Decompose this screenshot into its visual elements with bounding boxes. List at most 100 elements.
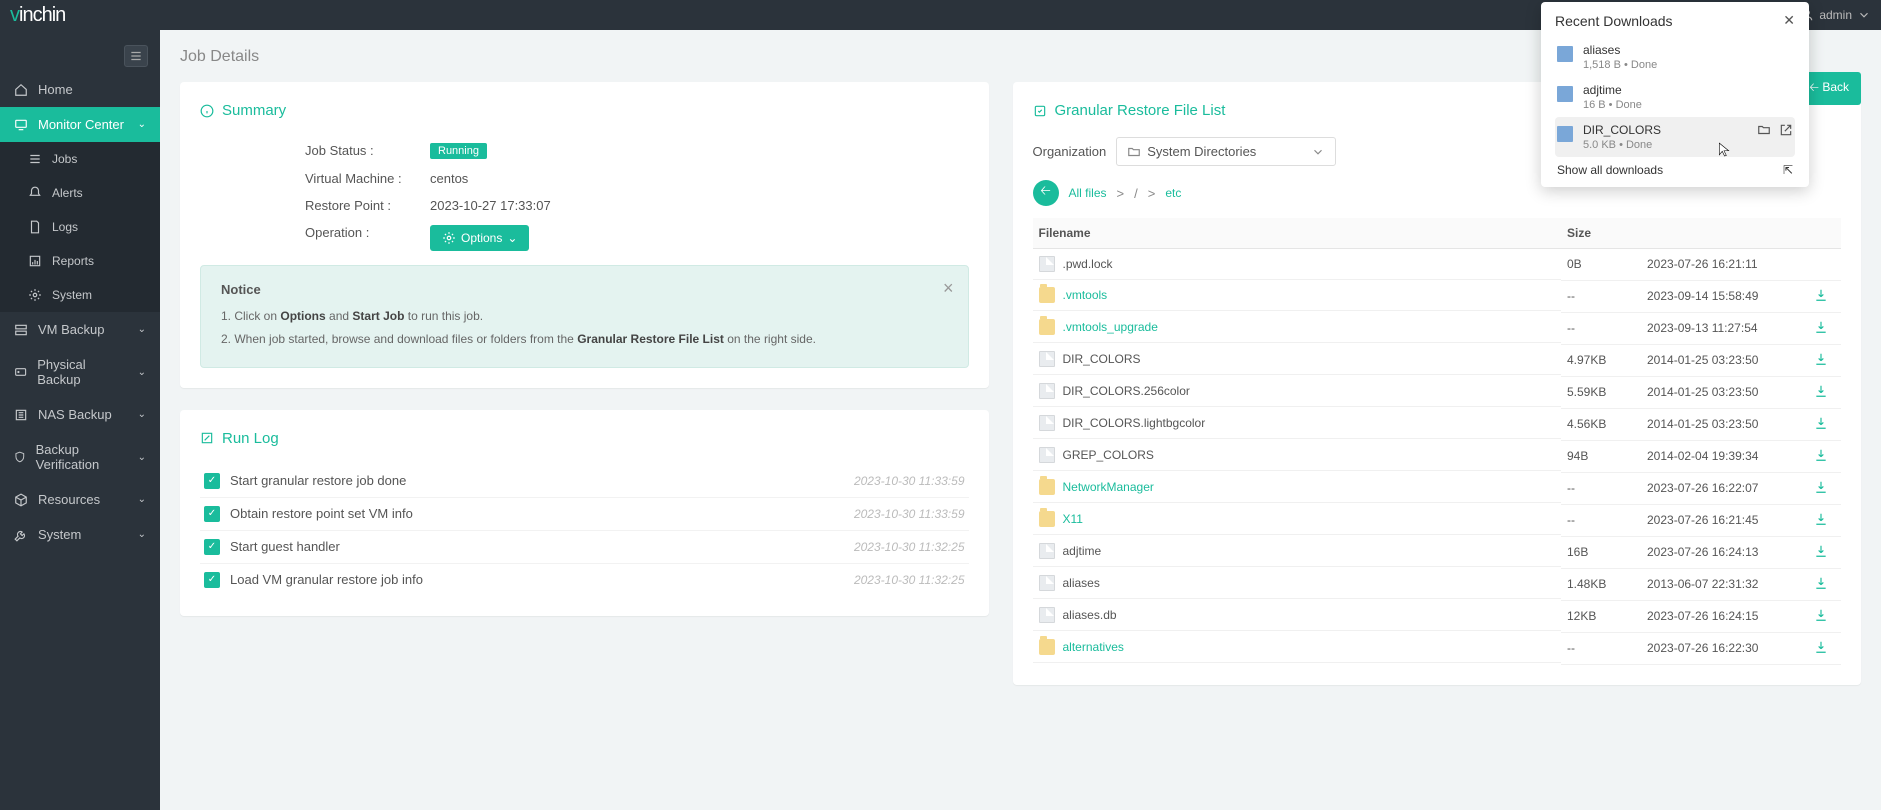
filename-cell[interactable]: GREP_COLORS bbox=[1033, 440, 1562, 471]
table-row[interactable]: aliases1.48KB2013-06-07 22:31:32 bbox=[1033, 568, 1842, 600]
download-icon[interactable] bbox=[1814, 512, 1828, 526]
folder-icon[interactable] bbox=[1757, 123, 1771, 137]
date-cell: 2013-06-07 22:31:32 bbox=[1641, 568, 1801, 600]
summary-label: Job Status : bbox=[200, 143, 430, 159]
filename-cell[interactable]: DIR_COLORS.256color bbox=[1033, 376, 1562, 407]
table-row[interactable]: aliases.db12KB2023-07-26 16:24:15 bbox=[1033, 600, 1842, 632]
sidebar-item-system[interactable]: System⌄ bbox=[0, 517, 160, 552]
date-cell: 2014-01-25 03:23:50 bbox=[1641, 344, 1801, 376]
sidebar-item-backup-verification[interactable]: Backup Verification⌄ bbox=[0, 432, 160, 482]
size-cell: 1.48KB bbox=[1561, 568, 1641, 600]
breadcrumb-root[interactable]: All files bbox=[1069, 186, 1107, 200]
folder-tree-icon bbox=[1127, 145, 1141, 159]
chevron-down-icon: ⌄ bbox=[138, 324, 146, 335]
table-row[interactable]: DIR_COLORS.lightbgcolor4.56KB2014-01-25 … bbox=[1033, 408, 1842, 440]
open-external-icon[interactable]: ⇱ bbox=[1783, 163, 1793, 177]
gear-icon bbox=[28, 288, 42, 302]
download-icon[interactable] bbox=[1814, 608, 1828, 622]
filename-cell[interactable]: DIR_COLORS.lightbgcolor bbox=[1033, 408, 1562, 439]
filename-cell[interactable]: NetworkManager bbox=[1033, 472, 1562, 503]
size-cell: 16B bbox=[1561, 536, 1641, 568]
sidebar-item-alerts[interactable]: Alerts bbox=[0, 176, 160, 210]
breadcrumb-back[interactable]: 🡠 bbox=[1033, 180, 1059, 206]
download-icon[interactable] bbox=[1814, 288, 1828, 302]
sidebar-item-monitor-center[interactable]: Monitor Center⌄ bbox=[0, 107, 160, 142]
file-icon bbox=[1557, 46, 1573, 62]
table-row[interactable]: adjtime16B2023-07-26 16:24:13 bbox=[1033, 536, 1842, 568]
file-icon bbox=[1039, 607, 1055, 623]
download-icon[interactable] bbox=[1814, 384, 1828, 398]
filename-cell[interactable]: alternatives bbox=[1033, 632, 1562, 663]
sidebar-item-logs[interactable]: Logs bbox=[0, 210, 160, 244]
logo: vinchin bbox=[10, 4, 65, 27]
sidebar-item-label: Physical Backup bbox=[37, 357, 127, 387]
chevron-down-icon: ⌄ bbox=[138, 452, 146, 463]
col-filename[interactable]: Filename bbox=[1033, 218, 1562, 249]
check-icon: ✓ bbox=[204, 473, 220, 489]
download-icon[interactable] bbox=[1814, 352, 1828, 366]
sidebar-item-nas-backup[interactable]: NAS Backup⌄ bbox=[0, 397, 160, 432]
table-row[interactable]: X11--2023-07-26 16:21:45 bbox=[1033, 504, 1842, 536]
runlog-time: 2023-10-30 11:33:59 bbox=[854, 474, 965, 488]
download-icon[interactable] bbox=[1814, 544, 1828, 558]
show-all-downloads[interactable]: Show all downloads bbox=[1557, 163, 1663, 177]
check-icon: ✓ bbox=[204, 539, 220, 555]
chevron-down-icon: ⌄ bbox=[138, 119, 146, 130]
col-size[interactable]: Size bbox=[1561, 218, 1641, 249]
download-icon[interactable] bbox=[1814, 320, 1828, 334]
folder-icon bbox=[1039, 511, 1055, 527]
sidebar-item-vm-backup[interactable]: VM Backup⌄ bbox=[0, 312, 160, 347]
sidebar-item-physical-backup[interactable]: Physical Backup⌄ bbox=[0, 347, 160, 397]
table-row[interactable]: NetworkManager--2023-07-26 16:22:07 bbox=[1033, 472, 1842, 504]
table-row[interactable]: .pwd.lock0B2023-07-26 16:21:11 bbox=[1033, 249, 1842, 281]
download-icon[interactable] bbox=[1814, 448, 1828, 462]
summary-value: centos bbox=[430, 171, 468, 186]
organization-select[interactable]: System Directories bbox=[1116, 137, 1336, 166]
runlog-text: Obtain restore point set VM info bbox=[230, 506, 413, 521]
file-icon bbox=[28, 220, 42, 234]
download-icon[interactable] bbox=[1814, 576, 1828, 590]
filename-cell[interactable]: .vmtools_upgrade bbox=[1033, 312, 1562, 343]
sidebar-item-jobs[interactable]: Jobs bbox=[0, 142, 160, 176]
edit-icon bbox=[200, 431, 214, 445]
sidebar-item-reports[interactable]: Reports bbox=[0, 244, 160, 278]
download-icon[interactable] bbox=[1814, 640, 1828, 654]
restore-icon bbox=[1033, 104, 1047, 118]
table-row[interactable]: DIR_COLORS.256color5.59KB2014-01-25 03:2… bbox=[1033, 376, 1842, 408]
filename-cell[interactable]: aliases bbox=[1033, 568, 1562, 599]
table-row[interactable]: DIR_COLORS4.97KB2014-01-25 03:23:50 bbox=[1033, 344, 1842, 376]
sidebar-item-resources[interactable]: Resources⌄ bbox=[0, 482, 160, 517]
filename-cell[interactable]: aliases.db bbox=[1033, 600, 1562, 631]
sidebar-toggle[interactable] bbox=[124, 45, 148, 67]
sidebar-item-label: Jobs bbox=[52, 152, 77, 166]
size-cell: 0B bbox=[1561, 249, 1641, 281]
runlog-panel: Run Log ✓Start granular restore job done… bbox=[180, 410, 989, 616]
open-external-icon[interactable] bbox=[1779, 123, 1793, 137]
download-meta: 16 B • Done bbox=[1583, 99, 1642, 111]
col-date[interactable] bbox=[1641, 218, 1801, 249]
download-icon[interactable] bbox=[1814, 480, 1828, 494]
download-item[interactable]: adjtime16 B • Done bbox=[1555, 77, 1795, 117]
filename-cell[interactable]: .vmtools bbox=[1033, 280, 1562, 311]
close-icon[interactable]: ✕ bbox=[1783, 12, 1795, 29]
table-row[interactable]: GREP_COLORS94B2014-02-04 19:39:34 bbox=[1033, 440, 1842, 472]
close-icon[interactable]: × bbox=[943, 278, 954, 299]
download-icon[interactable] bbox=[1814, 416, 1828, 430]
breadcrumb-current[interactable]: etc bbox=[1165, 186, 1181, 200]
filename-cell[interactable]: .pwd.lock bbox=[1033, 249, 1562, 280]
user-menu[interactable]: admin bbox=[1800, 8, 1871, 22]
download-item[interactable]: aliases1,518 B • Done bbox=[1555, 37, 1795, 77]
summary-label: Virtual Machine : bbox=[200, 171, 430, 186]
table-row[interactable]: .vmtools_upgrade--2023-09-13 11:27:54 bbox=[1033, 312, 1842, 344]
file-icon bbox=[1039, 543, 1055, 559]
filename-cell[interactable]: X11 bbox=[1033, 504, 1562, 535]
table-row[interactable]: alternatives--2023-07-26 16:22:30 bbox=[1033, 632, 1842, 664]
filename-cell[interactable]: DIR_COLORS bbox=[1033, 344, 1562, 375]
download-item[interactable]: DIR_COLORS5.0 KB • Done bbox=[1555, 117, 1795, 157]
options-button[interactable]: Options ⌄ bbox=[430, 225, 529, 251]
filename-cell[interactable]: adjtime bbox=[1033, 536, 1562, 567]
folder-icon bbox=[1039, 287, 1055, 303]
sidebar-item-system[interactable]: System bbox=[0, 278, 160, 312]
table-row[interactable]: .vmtools--2023-09-14 15:58:49 bbox=[1033, 280, 1842, 312]
sidebar-item-home[interactable]: Home bbox=[0, 72, 160, 107]
